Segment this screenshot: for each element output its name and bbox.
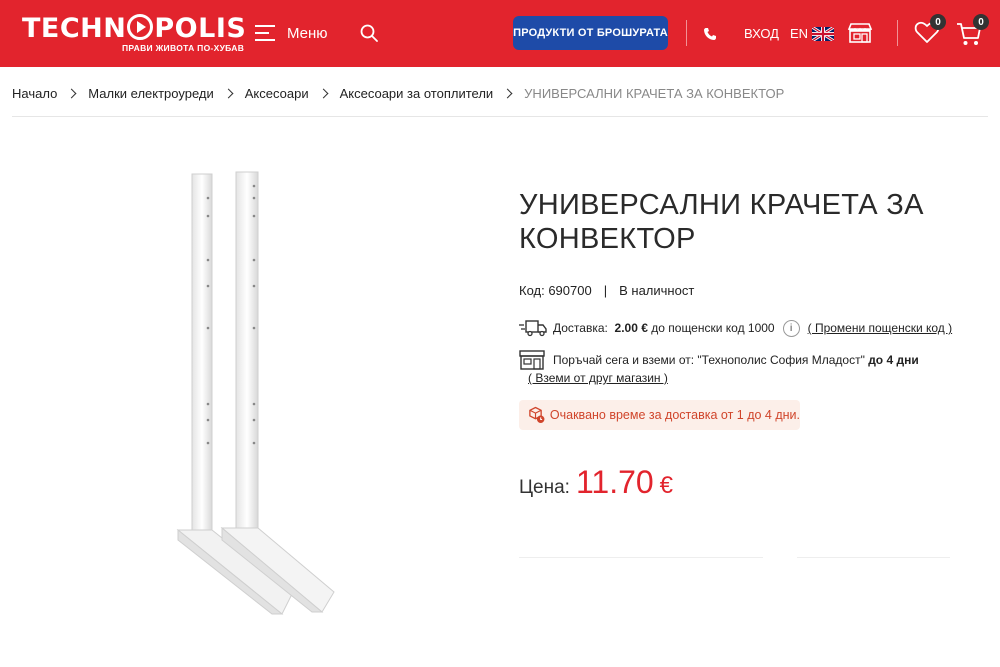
- delivery-eta-notice: Очаквано време за доставка от 1 до 4 дни…: [519, 400, 800, 430]
- technopolis-logo[interactable]: TECHN POLIS ПРАВИ ЖИВОТА ПО-ХУБАВ: [22, 12, 246, 56]
- choose-other-store-link[interactable]: ( Вземи от друг магазин ): [528, 371, 919, 385]
- breadcrumb-current: УНИВЕРСАЛНИ КРАЧЕТА ЗА КОНВЕКТОР: [524, 85, 785, 101]
- breadcrumb-item-home[interactable]: Начало: [12, 86, 57, 101]
- brochure-products-button[interactable]: ПРОДУКТИ ОТ БРОШУРАТА: [513, 16, 668, 50]
- breadcrumb-divider: [12, 116, 988, 117]
- delivery-info: Доставка: 2.00 € до пощенски код 1000 i …: [519, 318, 952, 338]
- chevron-right-icon: [223, 88, 234, 98]
- header-divider: [686, 20, 687, 46]
- breadcrumb: Начало Малки електроуреди Аксесоари Аксе…: [12, 84, 784, 102]
- delivery-truck-icon: [519, 320, 547, 337]
- eta-text: Очаквано време за доставка от 1 до 4 дни…: [549, 408, 800, 422]
- price-currency: €: [659, 472, 674, 499]
- shop-icon: [519, 350, 545, 370]
- logo-wordmark: TECHN POLIS: [22, 13, 247, 44]
- product-meta: Код: 690700 | В наличност: [519, 283, 694, 298]
- product-title: УНИВЕРСАЛНИ КРАЧЕТА ЗА КОНВЕКТОР: [519, 189, 924, 255]
- cart-count-badge: 0: [973, 14, 989, 30]
- package-clock-icon: [529, 406, 545, 423]
- chevron-right-icon: [318, 88, 329, 98]
- section-divider: [797, 557, 950, 558]
- price-value: 11.70: [575, 464, 654, 500]
- phone-icon[interactable]: [703, 27, 717, 41]
- product-code: Код: 690700: [519, 283, 592, 298]
- price-block: Цена: 11.70 €: [519, 464, 673, 501]
- info-icon[interactable]: i: [782, 319, 800, 337]
- availability-status: В наличност: [619, 283, 695, 298]
- uk-flag-icon: [812, 26, 835, 41]
- hamburger-icon: [255, 25, 275, 41]
- breadcrumb-item-heater-accessories[interactable]: Аксесоари за отоплители: [340, 86, 494, 101]
- store-icon[interactable]: [847, 22, 873, 44]
- site-header: TECHN POLIS ПРАВИ ЖИВОТА ПО-ХУБАВ Меню ПР…: [0, 0, 1000, 67]
- login-link[interactable]: ВХОД: [744, 26, 779, 41]
- wishlist-button[interactable]: 0: [914, 14, 946, 46]
- chevron-right-icon: [66, 88, 77, 98]
- breadcrumb-item-accessories[interactable]: Аксесоари: [245, 86, 309, 101]
- change-postcode-link[interactable]: ( Промени пощенски код ): [808, 321, 953, 335]
- cart-button[interactable]: 0: [955, 14, 989, 48]
- delivery-price: 2.00 €: [614, 321, 648, 335]
- delivery-postcode-text: до пощенски код 1000: [651, 321, 775, 335]
- product-image[interactable]: [170, 168, 350, 620]
- price-label: Цена:: [519, 477, 570, 498]
- language-switcher[interactable]: EN: [790, 26, 835, 41]
- menu-label: Меню: [287, 24, 328, 42]
- search-icon[interactable]: [360, 24, 378, 42]
- delivery-label: Доставка:: [553, 321, 608, 335]
- chevron-right-icon: [502, 88, 513, 98]
- meta-separator: |: [603, 283, 608, 298]
- pickup-store-text: Поръчай сега и вземи от: "Технополис Соф…: [553, 353, 865, 367]
- pickup-days: до 4 дни: [868, 353, 919, 367]
- logo-tagline: ПРАВИ ЖИВОТА ПО-ХУБАВ: [122, 43, 245, 53]
- breadcrumb-item-small-appliances[interactable]: Малки електроуреди: [88, 86, 213, 101]
- store-pickup-info: Поръчай сега и вземи от: "Технополис Соф…: [519, 349, 919, 385]
- section-divider: [519, 557, 763, 558]
- menu-button[interactable]: Меню: [255, 22, 328, 44]
- wishlist-count-badge: 0: [930, 14, 946, 30]
- header-divider: [897, 20, 898, 46]
- language-label: EN: [790, 26, 809, 41]
